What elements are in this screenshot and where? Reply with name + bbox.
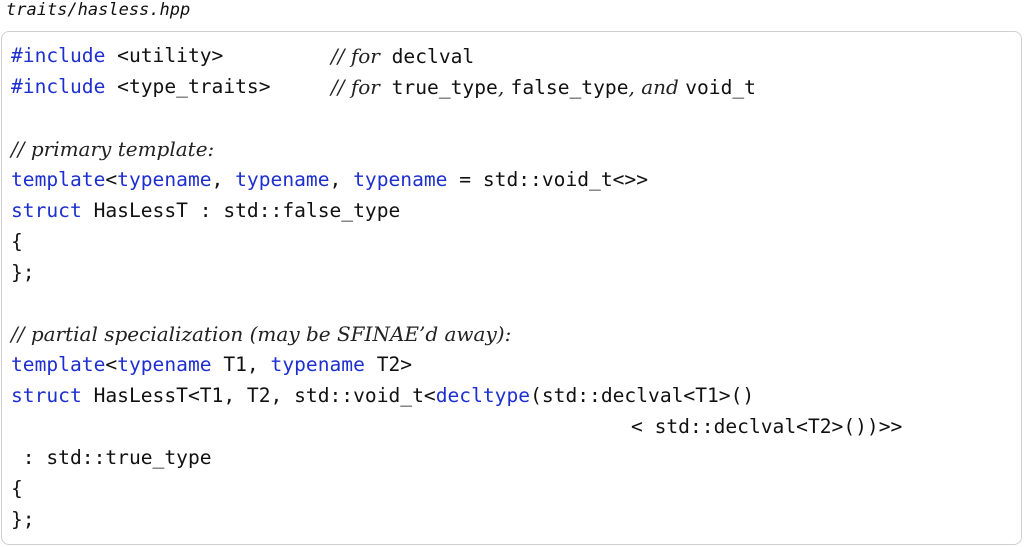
code-text: <utility>: [105, 44, 224, 67]
code-text: (std::declval<T1>(): [530, 384, 755, 407]
keyword: template: [11, 353, 106, 376]
comment: // for true_type, false_type, and void_t: [331, 75, 756, 99]
code-line-14: };: [11, 507, 35, 533]
code-text: {: [11, 230, 23, 253]
code-text: HasLessT<T1, T2, std::void_t<: [81, 384, 436, 407]
code-text: <: [105, 353, 118, 376]
code-line-3: // primary template:: [11, 136, 214, 162]
code-text: <type_traits>: [105, 75, 271, 98]
code-line-8: // partial specialization (may be SFINAE…: [11, 321, 511, 347]
keyword: #include: [11, 44, 106, 67]
code-line-7: };: [11, 260, 35, 286]
keyword: #include: [11, 75, 106, 98]
code-text: HasLessT : std::false_type: [81, 199, 401, 222]
code-line-9: template<typename T1, typename T2>: [11, 352, 412, 378]
code-line-1: #include <utility> // for declval: [11, 43, 474, 69]
code-text: T1,: [211, 353, 271, 376]
code-line-12: : std::true_type: [11, 445, 212, 471]
code-text: < std::declval<T2>())>>: [631, 415, 903, 438]
comment: // primary template:: [11, 137, 215, 161]
keyword: struct: [11, 199, 82, 222]
code-text: = std::void_t<>>: [447, 168, 649, 191]
keyword: typename: [353, 168, 448, 191]
code-text: <: [105, 168, 118, 191]
keyword: struct: [11, 384, 82, 407]
keyword: decltype: [435, 384, 531, 407]
code-line-10: struct HasLessT<T1, T2, std::void_t<decl…: [11, 383, 754, 409]
code-text: : std::true_type: [11, 446, 212, 469]
code-text: ,: [211, 168, 236, 191]
keyword: typename: [270, 353, 365, 376]
keyword: typename: [235, 168, 330, 191]
code-line-6: {: [11, 229, 23, 255]
keyword: typename: [117, 353, 212, 376]
keyword: typename: [117, 168, 212, 191]
code-text: };: [11, 508, 35, 531]
code-line-5: struct HasLessT : std::false_type: [11, 198, 400, 224]
code-line-4: template<typename, typename, typename = …: [11, 167, 648, 193]
code-line-13: {: [11, 476, 23, 502]
code-text: {: [11, 477, 23, 500]
code-text: T2>: [364, 353, 413, 376]
code-text: ,: [329, 168, 354, 191]
comment: // partial specialization (may be SFINAE…: [11, 322, 512, 346]
comment: // for declval: [331, 44, 475, 68]
keyword: template: [11, 168, 106, 191]
file-name: traits/hasless.hpp: [6, 0, 191, 20]
code-line-2: #include <type_traits> // for true_type, …: [11, 74, 756, 100]
code-line-11: < std::declval<T2>())>>: [631, 414, 902, 440]
code-text: };: [11, 261, 35, 284]
